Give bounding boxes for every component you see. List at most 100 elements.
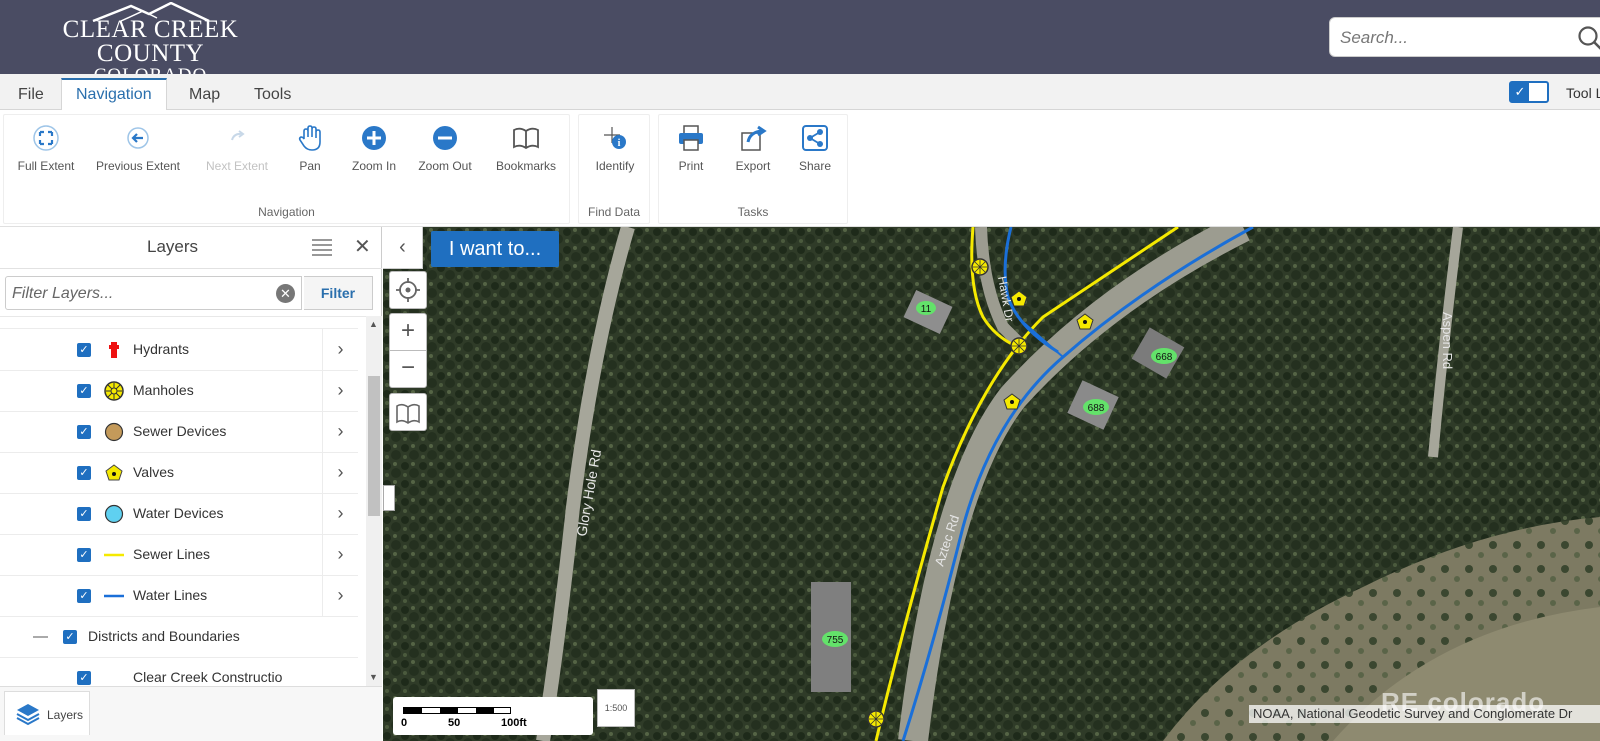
layer-row-manholes[interactable]: ✓ Manholes › [0,370,358,412]
layer-label: Sewer Lines [133,546,211,562]
search-input[interactable] [1340,26,1570,50]
layer-checkbox[interactable]: ✓ [77,343,91,357]
layer-checkbox[interactable]: ✓ [77,589,91,603]
chevron-right-icon[interactable]: › [322,575,358,616]
navigation-group-label: Navigation [258,205,315,219]
search-icon[interactable] [1576,24,1600,52]
menu-bar: File Navigation Map Tools [0,74,1600,111]
layer-checkbox[interactable]: ✓ [77,671,91,685]
svg-text:11: 11 [921,304,932,315]
map-zoom-in-button[interactable]: + [389,313,427,351]
manhole-marker[interactable] [1010,337,1028,355]
tab-file[interactable]: File [4,80,58,110]
print-label: Print [678,159,704,173]
pan-button[interactable]: Pan [286,123,334,173]
layer-row-sewer-lines[interactable]: ✓ Sewer Lines › [0,534,358,576]
crosshair-icon [396,278,420,302]
layer-checkbox[interactable]: ✓ [63,630,77,644]
share-button[interactable]: Share [787,123,843,173]
manhole-marker[interactable] [971,258,989,276]
tool-labels-label: Tool L [1566,85,1600,101]
panel-resize-handle[interactable] [383,485,395,511]
collapse-minus-icon[interactable]: — [33,628,48,645]
previous-extent-button[interactable]: Previous Extent [90,123,186,173]
zoom-out-label: Zoom Out [418,159,472,173]
layer-label: Water Lines [133,587,208,603]
find-data-group-label: Find Data [587,205,641,219]
logo-line-1: CLEAR CREEK COUNTY [62,16,239,67]
layer-checkbox[interactable]: ✓ [77,425,91,439]
chevron-right-icon[interactable]: › [322,493,358,534]
layer-label: Water Devices [133,505,224,521]
identify-button[interactable]: i Identify [585,123,645,173]
layer-label: Clear Creek Constructio [133,669,283,685]
i-want-to-button[interactable]: I want to... [431,231,559,267]
chevron-right-icon[interactable]: › [322,329,358,370]
previous-extent-icon [127,127,149,149]
layers-footer-tab[interactable]: Layers [4,691,90,735]
next-extent-icon [231,130,245,141]
chevron-right-icon[interactable]: › [322,534,358,575]
export-label: Export [735,159,771,173]
layer-row-sewer-devices[interactable]: ✓ Sewer Devices › [0,411,358,453]
tool-labels-toggle[interactable]: ✓ [1509,81,1549,103]
layer-row-hydrants[interactable]: ✓ Hydrants › [0,329,358,371]
water-device-icon [104,504,124,524]
layers-tab-label: Layers [47,708,84,722]
zoom-in-button[interactable]: Zoom In [342,123,406,173]
layers-list: ✓ Hydrants › ✓ Manholes › ✓ Sewer Device… [0,316,366,686]
map-bookmarks-button[interactable] [389,393,427,431]
ribbon-group-navigation: Full Extent Previous Extent Next Extent … [3,114,570,224]
layer-checkbox[interactable]: ✓ [77,548,91,562]
list-item [0,317,358,329]
layer-group-districts[interactable]: — ✓ Districts and Boundaries [0,616,358,658]
county-logo[interactable]: CLEAR CREEK COUNTY COLORADO [8,2,293,86]
checkmark-icon: ✓ [1511,83,1529,101]
tab-map[interactable]: Map [175,80,234,110]
map-view[interactable]: 11 668 688 755 Glory Hole Rd Aztec Rd As… [383,227,1600,741]
layer-checkbox[interactable]: ✓ [77,384,91,398]
aerial-map[interactable]: 11 668 688 755 Glory Hole Rd Aztec Rd As… [383,227,1600,741]
chevron-right-icon[interactable]: › [322,370,358,411]
clear-filter-icon[interactable]: ✕ [276,284,295,303]
chevron-right-icon[interactable]: › [322,452,358,493]
tab-navigation[interactable]: Navigation [61,78,167,111]
layer-row-construction[interactable]: ✓ Clear Creek Constructio [0,657,358,686]
filter-layers-input[interactable] [12,283,262,305]
scroll-down-icon[interactable]: ▼ [369,672,378,682]
collapse-panel-button[interactable]: ‹ [383,227,423,269]
layers-scrollbar[interactable]: ▲ ▼ [366,316,382,686]
manhole-marker[interactable] [867,710,885,728]
identify-icon: i [604,127,626,149]
bookmarks-button[interactable]: Bookmarks [486,123,566,173]
layer-row-water-lines[interactable]: ✓ Water Lines › [0,575,358,617]
full-extent-button[interactable]: Full Extent [10,123,82,173]
chevron-right-icon[interactable]: › [322,411,358,452]
svg-text:668: 668 [1156,352,1173,363]
layer-checkbox[interactable]: ✓ [77,466,91,480]
map-zoom-out-button[interactable]: − [389,350,427,388]
export-button[interactable]: Export [723,123,783,173]
zoom-in-label: Zoom In [351,159,396,173]
layer-row-water-devices[interactable]: ✓ Water Devices › [0,493,358,535]
panel-footer: Layers [0,686,382,741]
print-button[interactable]: Print [663,123,719,173]
map-attribution: NOAA, National Geodetic Survey and Congl… [1249,705,1600,723]
scroll-thumb[interactable] [368,376,380,516]
my-location-button[interactable] [389,271,427,309]
layer-checkbox[interactable]: ✓ [77,507,91,521]
close-icon[interactable]: ✕ [354,234,371,259]
next-extent-button[interactable]: Next Extent [196,123,278,173]
zoom-out-button[interactable]: Zoom Out [412,123,478,173]
scroll-up-icon[interactable]: ▲ [369,319,378,329]
layer-label: Sewer Devices [133,423,227,439]
layer-row-valves[interactable]: ✓ Valves › [0,452,358,494]
layer-group-label: Districts and Boundaries [88,628,240,644]
layer-label: Manholes [133,382,194,398]
layer-label: Hydrants [133,341,190,357]
scale-input-button[interactable]: 1:500 [597,689,635,727]
scale-bar: 0 50 100ft [393,697,593,735]
panel-menu-icon[interactable] [312,238,332,256]
tab-tools[interactable]: Tools [240,80,305,110]
filter-button[interactable]: Filter [304,276,373,310]
